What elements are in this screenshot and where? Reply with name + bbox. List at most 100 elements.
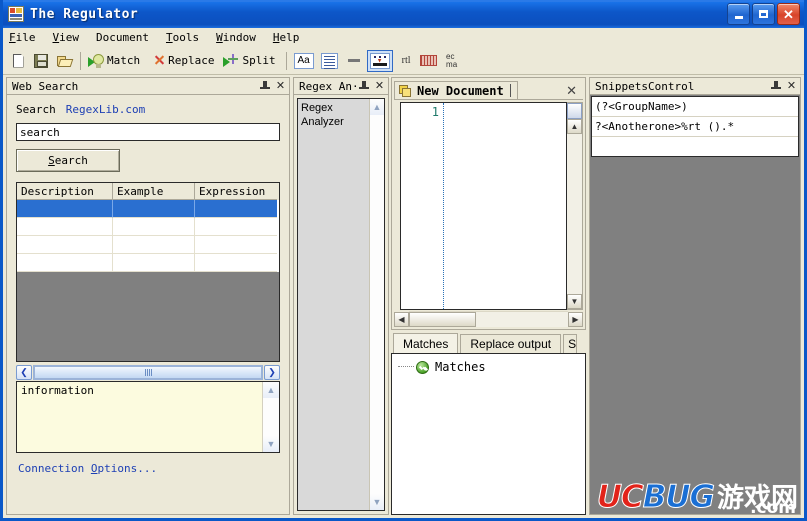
close-icon: ✕ [783,8,794,21]
window-controls: ✕ [727,3,800,25]
editor-text-area[interactable] [443,103,566,309]
information-vertical-scrollbar[interactable]: ▲ ▼ [262,382,279,452]
scroll-up-button[interactable]: ▲ [370,99,384,115]
scroll-right-button[interactable]: ❯ [264,365,280,380]
menu-window[interactable]: Window [216,29,265,46]
scroll-track[interactable] [567,134,582,294]
split-button[interactable]: Split [220,50,280,72]
cell-description [17,200,113,218]
match-label: Match [107,54,140,67]
search-results-grid[interactable]: Description Example Expression [16,182,280,362]
list-item[interactable] [592,137,798,156]
information-text: information [17,382,262,452]
right-to-left-button[interactable]: rtl [394,50,416,72]
match-button[interactable]: Match [85,50,145,72]
multiline-button[interactable] [318,50,341,72]
column-header-expression[interactable]: Expression [195,183,277,200]
snippets-panel-title: SnippetsControl ✕ [589,77,801,94]
menu-help[interactable]: Help [273,29,309,46]
cell-example [113,218,195,236]
table-row[interactable] [17,218,279,236]
tab-new-document[interactable]: New Document [394,81,518,99]
scroll-thumb[interactable] [409,312,476,327]
information-box[interactable]: information ▲ ▼ [16,381,280,453]
table-row[interactable] [17,254,279,272]
replace-button[interactable]: Replace [146,50,219,72]
open-button[interactable] [53,50,75,72]
search-header-row: Search RegexLib.com [16,103,280,116]
scroll-left-button[interactable]: ❮ [16,365,32,380]
scroll-down-button[interactable]: ▼ [370,494,384,510]
analyzer-vertical-scrollbar[interactable]: ▲ ▼ [369,99,384,510]
pin-icon[interactable] [359,81,369,92]
scroll-track[interactable] [409,311,568,327]
scroll-thumb[interactable] [34,366,262,379]
minimize-button[interactable] [727,3,750,25]
grid-horizontal-scrollbar[interactable]: ❮ ❯ [16,364,280,380]
snippets-body: (?<GroupName>) ?<Anotherone>%rt ().* [589,94,801,515]
list-item[interactable]: ?<Anotherone>%rt ().* [592,117,798,137]
ecmascript-button[interactable]: ecma [441,50,463,72]
cell-example [113,200,195,218]
scroll-track[interactable] [33,365,263,380]
editor-horizontal-scrollbar[interactable]: ◀ ▶ [394,311,583,327]
regexlib-link[interactable]: RegexLib.com [66,103,145,116]
search-button[interactable]: Search [16,149,120,172]
tree-node-matches[interactable]: Matches [398,360,585,374]
list-item[interactable]: (?<GroupName>) [592,97,798,117]
document-close-button[interactable]: ✕ [566,83,577,99]
pin-icon[interactable] [260,81,270,92]
scroll-down-button[interactable]: ▼ [567,294,582,309]
replace-icon [149,53,165,69]
menu-document[interactable]: Document [96,29,158,46]
snippets-list[interactable]: (?<GroupName>) ?<Anotherone>%rt ().* [591,96,799,157]
menu-file[interactable]: File [9,29,45,46]
cell-example [113,236,195,254]
scroll-up-button[interactable]: ▲ [567,119,582,134]
regex-analyzer-tree[interactable]: Regex Analyzer ▲ ▼ [297,98,385,511]
scroll-down-button[interactable]: ▼ [263,436,279,452]
match-icon [88,53,104,69]
close-icon[interactable]: ✕ [786,81,797,92]
maximize-button[interactable] [752,3,775,25]
scroll-thumb[interactable] [567,103,582,119]
tab-split-output[interactable]: S [563,334,577,353]
save-button[interactable] [30,50,52,72]
search-input[interactable]: search [16,123,280,141]
editor-vertical-scrollbar[interactable]: ▲ ▼ [567,102,583,310]
center-column: New Document ✕ 1 ▲ [391,77,586,515]
ignore-case-button[interactable]: Aa [291,50,317,72]
table-row[interactable] [17,236,279,254]
table-row[interactable] [17,200,279,218]
close-icon[interactable]: ✕ [374,81,385,92]
scroll-right-button[interactable]: ▶ [568,312,583,327]
close-button[interactable]: ✕ [777,3,800,25]
matches-tree[interactable]: Matches [391,353,586,515]
menu-view[interactable]: View [53,29,89,46]
cell-expression [195,200,277,218]
scroll-up-button[interactable]: ▲ [263,382,279,398]
singleline-button[interactable] [342,50,366,72]
pin-icon[interactable] [771,81,781,92]
toolbar-separator-2 [286,52,287,70]
scroll-left-button[interactable]: ◀ [394,312,409,327]
new-document-button[interactable] [7,50,29,72]
editor-surface[interactable]: 1 [400,102,567,310]
connection-options-link[interactable]: Connection Options... [18,462,280,475]
tab-replace-output[interactable]: Replace output [460,334,561,353]
open-folder-icon [57,55,72,67]
ecmascript-icon: ecma [446,53,457,69]
tab-matches[interactable]: Matches [393,333,458,353]
compiled-button[interactable] [417,50,440,72]
column-header-description[interactable]: Description [17,183,113,200]
menu-tools[interactable]: Tools [166,29,208,46]
close-icon[interactable]: ✕ [275,81,286,92]
line-number-gutter: 1 [401,103,443,309]
app-icon [8,6,24,22]
snippets-panel: SnippetsControl ✕ (?<GroupName>) ?<Anoth… [589,77,801,515]
column-header-example[interactable]: Example [113,183,195,200]
scroll-track[interactable] [370,115,384,494]
tree-connector-icon [398,366,414,368]
explicit-capture-button[interactable] [367,50,393,72]
scroll-track[interactable] [263,398,279,436]
